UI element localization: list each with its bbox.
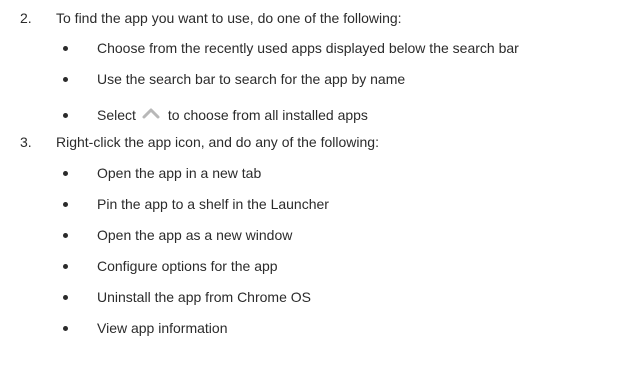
list-item-text: Choose from the recently used apps displ… [97, 40, 519, 56]
list-item: Choose from the recently used apps displ… [0, 39, 632, 57]
list-item: Use the search bar to search for the app… [0, 70, 632, 88]
bullet-icon [63, 113, 68, 118]
list-item-text: Pin the app to a shelf in the Launcher [97, 196, 329, 212]
list-item: Open the app in a new tab [0, 164, 632, 182]
bullet-icon [63, 233, 68, 238]
chevron-up-icon [140, 107, 162, 121]
select-after-label: to choose from all installed apps [167, 107, 368, 123]
step-number: 2. [20, 10, 32, 26]
bullet-icon [63, 295, 68, 300]
list-item: View app information [0, 319, 632, 337]
list-item: Pin the app to a shelf in the Launcher [0, 195, 632, 213]
list-item: Select to choose from all installed apps [0, 106, 632, 124]
step-text: To find the app you want to use, do one … [56, 10, 402, 26]
list-item: Open the app as a new window [0, 226, 632, 244]
step-number: 3. [20, 134, 32, 150]
bullet-icon [63, 77, 68, 82]
list-item-text: Configure options for the app [97, 258, 278, 274]
list-item-text: Open the app as a new window [97, 227, 293, 243]
bullet-icon [63, 46, 68, 51]
list-item-text: Open the app in a new tab [97, 165, 262, 181]
list-item: Configure options for the app [0, 257, 632, 275]
select-label: Select [97, 107, 136, 123]
list-item-text: Use the search bar to search for the app… [97, 71, 406, 87]
step-text: Right-click the app icon, and do any of … [56, 134, 379, 150]
list-item: Uninstall the app from Chrome OS [0, 288, 632, 306]
list-item-text: Uninstall the app from Chrome OS [97, 289, 311, 305]
bullet-icon [63, 326, 68, 331]
list-item-text: View app information [97, 320, 228, 336]
bullet-icon [63, 202, 68, 207]
bullet-icon [63, 171, 68, 176]
bullet-icon [63, 264, 68, 269]
list-item-text: Select to choose from all installed apps [97, 106, 368, 124]
